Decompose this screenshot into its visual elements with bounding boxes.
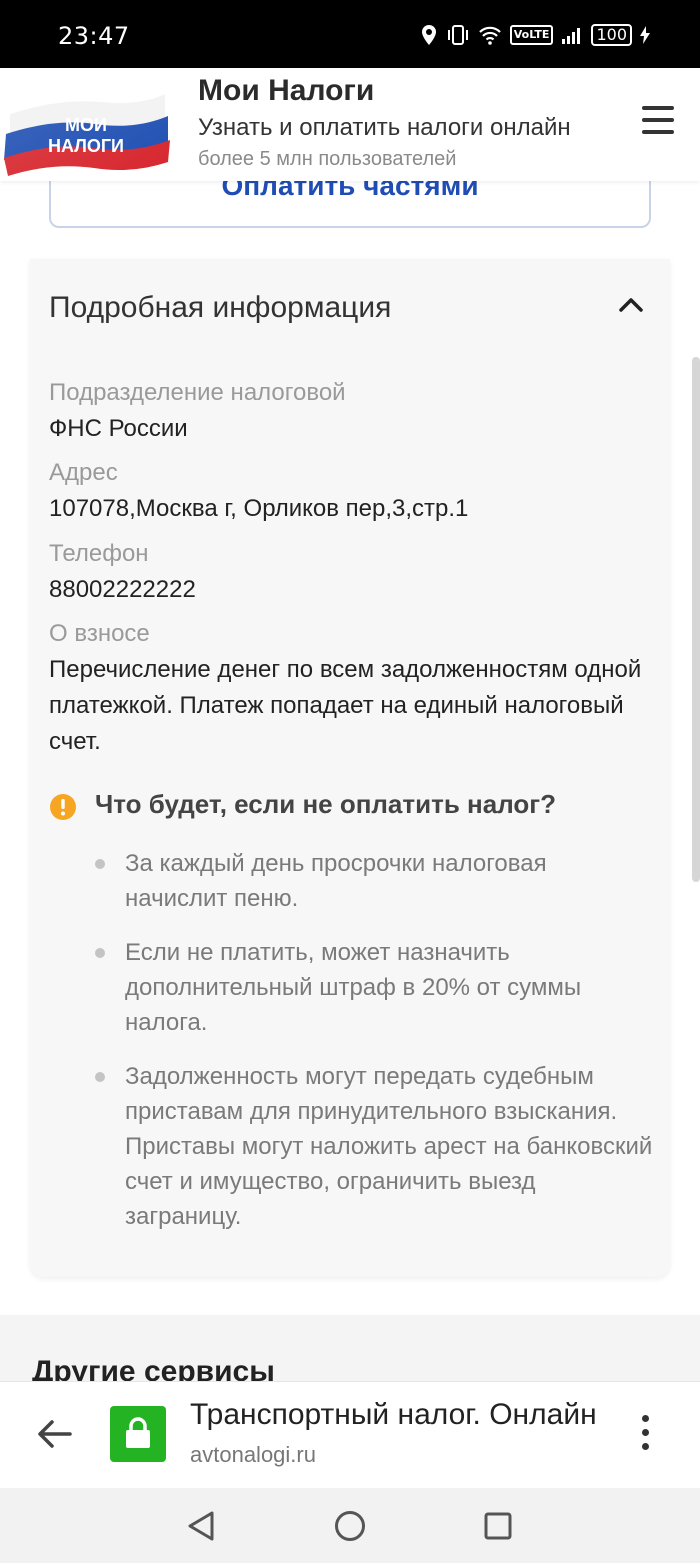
nav-back-icon[interactable]: [186, 1510, 216, 1542]
secure-connection-badge[interactable]: [110, 1406, 166, 1462]
charging-icon: [640, 26, 650, 44]
system-nav-bar: [0, 1488, 700, 1563]
warning-icon: [50, 794, 76, 820]
battery-indicator: 100: [591, 24, 632, 46]
volte-badge: VoLTE: [509, 25, 554, 45]
page-content[interactable]: Оплатить частями Подробная информация По…: [0, 181, 700, 1381]
phone-label: Телефон: [49, 540, 149, 567]
site-title: Мои Налоги: [198, 74, 375, 107]
wifi-icon: [478, 26, 501, 45]
status-icons: VoLTE 100: [420, 24, 650, 46]
site-logo[interactable]: МОИ НАЛОГИ: [0, 76, 175, 176]
list-item: Задолженность могут передать судебным пр…: [95, 1059, 655, 1234]
nav-home-icon[interactable]: [334, 1510, 366, 1542]
address-label: Адрес: [49, 459, 118, 486]
menu-icon[interactable]: [642, 106, 674, 136]
phone-value[interactable]: 88002222222: [49, 572, 649, 608]
vibrate-icon: [447, 25, 468, 45]
scrollbar[interactable]: [692, 357, 700, 882]
payment-about-value: Перечисление денег по всем задолженностя…: [49, 656, 642, 755]
other-services-section: Другие сервисы: [0, 1315, 700, 1381]
signal-icon: [562, 28, 581, 44]
status-bar: 23:47 VoLTE 100: [0, 0, 700, 68]
lock-icon: [126, 1417, 150, 1448]
list-item-text: Задолженность могут передать судебным пр…: [125, 1063, 653, 1230]
bullet-dot: [95, 1072, 105, 1082]
pay-parts-section: Оплатить частями: [30, 181, 670, 259]
tax-office-value: ФНС России: [49, 415, 188, 442]
payment-about-label: О взносе: [49, 620, 150, 647]
browser-page-title[interactable]: Транспортный налог. Онлайн: [190, 1398, 610, 1432]
site-subtitle: Узнать и оплатить налоги онлайн: [198, 114, 571, 141]
chevron-up-icon[interactable]: [618, 295, 644, 313]
more-options-icon[interactable]: [642, 1415, 650, 1455]
details-card: Подробная информация Подразделение налог…: [30, 259, 670, 1277]
pay-in-parts-button[interactable]: Оплатить частями: [49, 181, 651, 228]
nav-recents-icon[interactable]: [484, 1512, 512, 1540]
bullet-dot: [95, 859, 105, 869]
details-heading[interactable]: Подробная информация: [49, 291, 391, 325]
pay-in-parts-label: Оплатить частями: [221, 181, 479, 201]
status-time: 23:47: [58, 22, 130, 50]
logo-text-line2: НАЛОГИ: [48, 136, 124, 156]
list-item-text: За каждый день просрочки налоговая начис…: [125, 850, 547, 912]
site-user-count: более 5 млн пользователей: [198, 148, 457, 170]
other-services-title: Другие сервисы: [32, 1355, 275, 1381]
back-arrow-icon[interactable]: [36, 1418, 72, 1450]
location-icon: [421, 25, 436, 45]
address-value: 107078,Москва г, Орликов пер,3,стр.1: [49, 495, 469, 522]
bullet-dot: [95, 948, 105, 958]
site-header: МОИ НАЛОГИ Мои Налоги Узнать и оплатить …: [0, 68, 700, 181]
list-item-text: Если не платить, может назначить дополни…: [125, 939, 582, 1036]
logo-text-line1: МОИ: [65, 115, 107, 135]
warning-title: Что будет, если не оплатить налог?: [95, 789, 556, 819]
list-item: За каждый день просрочки налоговая начис…: [95, 846, 655, 916]
list-item: Если не платить, может назначить дополни…: [95, 935, 655, 1040]
browser-domain[interactable]: avtonalogi.ru: [190, 1442, 316, 1468]
tax-office-label: Подразделение налоговой: [49, 379, 346, 406]
browser-bar: Транспортный налог. Онлайн avtonalogi.ru: [0, 1381, 700, 1488]
consequences-list: За каждый день просрочки налоговая начис…: [95, 846, 655, 1253]
